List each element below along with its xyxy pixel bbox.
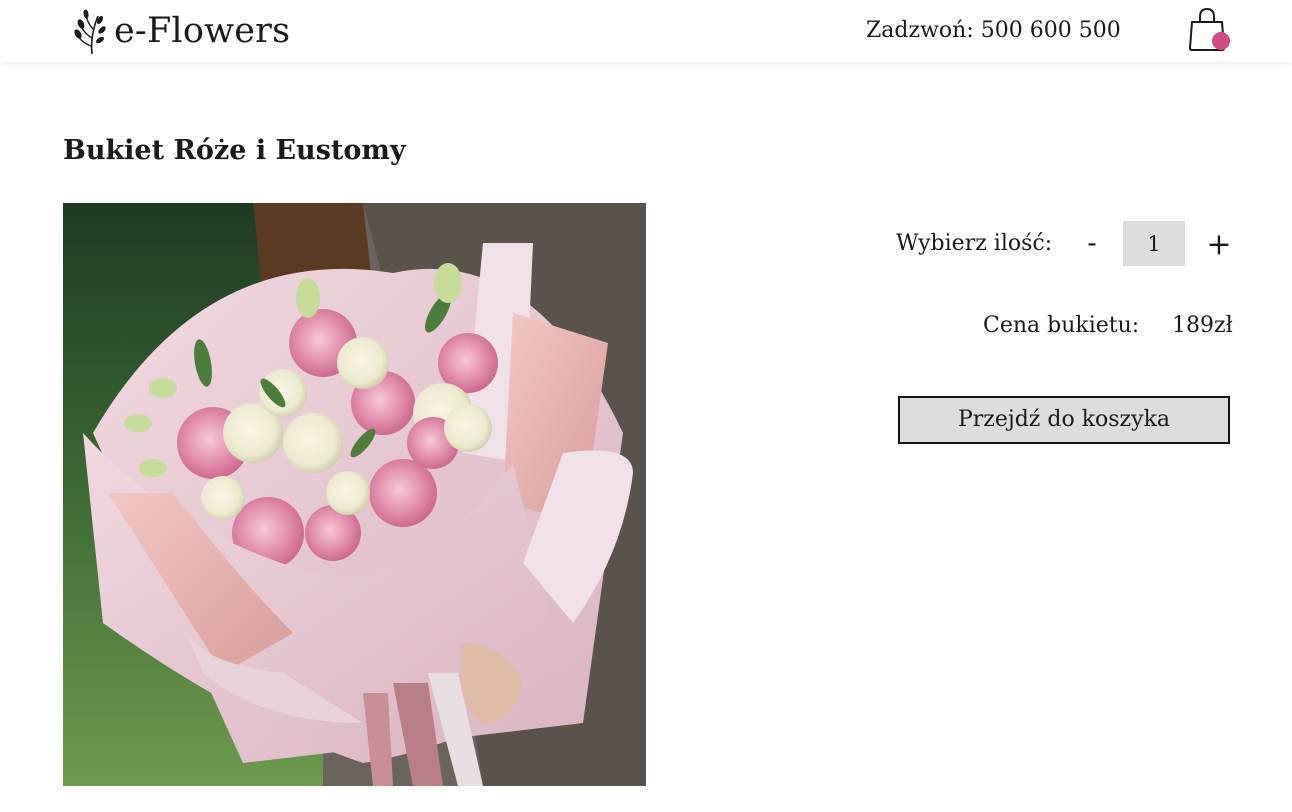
leaf-branch-icon	[74, 9, 106, 55]
quantity-row: Wybierz ilość: - +	[0, 221, 1292, 267]
go-to-cart-button[interactable]: Przejdź do koszyka	[898, 396, 1230, 444]
shopping-bag-icon	[1189, 7, 1230, 51]
quantity-decrease-button[interactable]: -	[1080, 221, 1104, 267]
logo-link[interactable]: e-Flowers	[70, 6, 290, 56]
logo-text: e-Flowers	[114, 11, 291, 51]
quantity-label: Wybierz ilość:	[896, 231, 1053, 256]
bouquet-photo	[63, 203, 646, 786]
cart-button[interactable]	[1186, 6, 1232, 54]
cart-badge	[1212, 32, 1230, 50]
price-label: Cena bukietu:	[983, 313, 1140, 338]
quantity-input[interactable]	[1123, 221, 1185, 266]
product-image	[63, 203, 646, 786]
phone-number: Zadzwoń: 500 600 500	[866, 18, 1121, 43]
price-value: 189zł	[1172, 313, 1233, 338]
quantity-increase-button[interactable]: +	[1206, 223, 1232, 269]
site-header: e-Flowers Zadzwoń: 500 600 500	[0, 0, 1292, 62]
product-title: Bukiet Róże i Eustomy	[63, 135, 406, 166]
